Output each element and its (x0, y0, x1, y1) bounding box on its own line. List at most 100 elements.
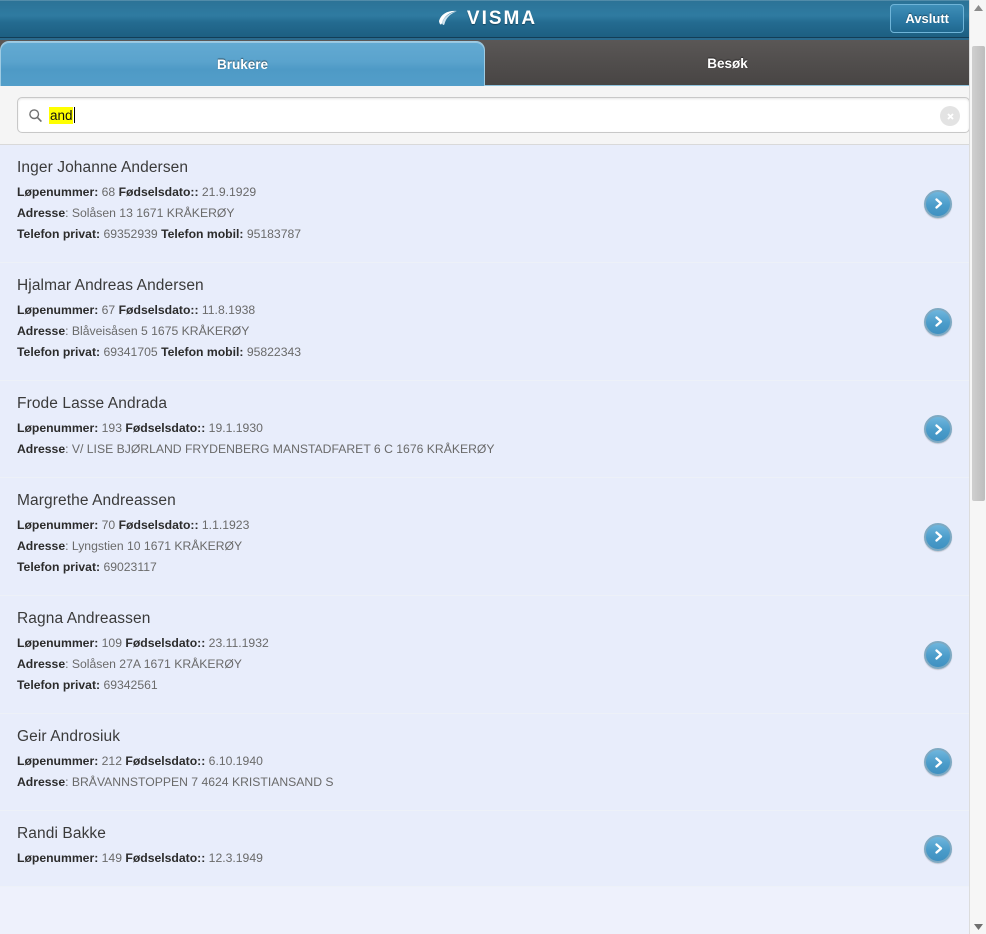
lopenummer-label: Løpenummer: (17, 518, 99, 532)
fodselsdato-label: Fødselsdato:: (118, 518, 199, 532)
fodselsdato-label: Fødselsdato:: (125, 421, 206, 435)
telefon-privat-label: Telefon privat: (17, 227, 101, 241)
table-row[interactable]: Randi Bakke Løpenummer: 149 Fødselsdato::… (0, 811, 969, 887)
fodselsdato-label: Fødselsdato:: (118, 185, 199, 199)
user-id-and-birthdate: Løpenummer: 70 Fødselsdato:: 1.1.1923 (17, 518, 909, 532)
user-id-and-birthdate: Løpenummer: 212 Fødselsdato:: 6.10.1940 (17, 754, 909, 768)
chevron-right-icon[interactable] (924, 307, 952, 336)
user-id-and-birthdate: Løpenummer: 149 Fødselsdato:: 12.3.1949 (17, 851, 909, 865)
text-cursor (73, 107, 75, 123)
user-name: Inger Johanne Andersen (17, 159, 189, 176)
user-name: Geir Androsiuk (17, 728, 121, 745)
chevron-right-icon[interactable] (924, 640, 952, 669)
tab-bar: Brukere Besøk (0, 38, 986, 86)
adresse-value: : Blåveisåsen 5 1675 KRÅKERØY (65, 324, 250, 338)
fodselsdato-value: 1.1.1923 (198, 518, 250, 532)
lopenummer-value: 212 (98, 754, 126, 768)
user-address: Adresse: V/ LISE BJØRLAND FRYDENBERG MAN… (17, 442, 909, 456)
telefon-privat-value: 69341705 (100, 345, 162, 359)
user-name: Frode Lasse Andrada (17, 395, 168, 412)
adresse-label: Adresse (17, 539, 66, 553)
adresse-value: : BRÅVANNSTOPPEN 7 4624 KRISTIANSAND S (65, 775, 334, 789)
lopenummer-value: 67 (98, 303, 119, 317)
fodselsdato-value: 23.11.1932 (205, 636, 269, 650)
brand-text: VISMA (466, 7, 538, 29)
visma-logo: VISMA (437, 8, 537, 30)
scroll-up-button[interactable] (970, 0, 986, 15)
tab-besok[interactable]: Besøk (486, 41, 969, 86)
table-row[interactable]: Ragna Andreassen Løpenummer: 109 Fødselsd… (0, 596, 969, 714)
user-address: Adresse: Lyngstien 10 1671 KRÅKERØY (17, 539, 909, 553)
search-icon (18, 108, 43, 123)
adresse-label: Adresse (17, 442, 66, 456)
chevron-right-icon[interactable] (924, 522, 952, 551)
fodselsdato-label: Fødselsdato:: (118, 303, 199, 317)
user-id-and-birthdate: Løpenummer: 109 Fødselsdato:: 23.11.1932 (17, 636, 909, 650)
lopenummer-label: Løpenummer: (17, 185, 99, 199)
user-phones: Telefon privat: 69023117 (17, 560, 909, 574)
telefon-privat-value: 69342561 (100, 678, 158, 692)
user-name: Margrethe Andreassen (17, 492, 176, 509)
user-address: Adresse: Blåveisåsen 5 1675 KRÅKERØY (17, 324, 909, 338)
fodselsdato-value: 6.10.1940 (205, 754, 263, 768)
vertical-scrollbar[interactable] (969, 0, 986, 934)
search-input[interactable]: and (17, 97, 970, 133)
adresse-value: : Lyngstien 10 1671 KRÅKERØY (65, 539, 243, 553)
telefon-mobil-value: 95822343 (243, 345, 302, 359)
fodselsdato-value: 12.3.1949 (205, 851, 263, 865)
lopenummer-label: Løpenummer: (17, 303, 99, 317)
user-address: Adresse: Solåsen 27A 1671 KRÅKERØY (17, 657, 909, 671)
table-row[interactable]: Hjalmar Andreas Andersen Løpenummer: 67 F… (0, 263, 969, 381)
user-id-and-birthdate: Løpenummer: 193 Fødselsdato:: 19.1.1930 (17, 421, 909, 435)
adresse-label: Adresse (17, 775, 66, 789)
tab-brukere[interactable]: Brukere (0, 41, 485, 86)
chevron-right-icon[interactable] (924, 834, 952, 863)
chevron-right-icon[interactable] (924, 748, 952, 776)
telefon-privat-value: 69352939 (100, 227, 162, 241)
fodselsdato-label: Fødselsdato:: (125, 754, 206, 768)
user-list[interactable]: Inger Johanne Andersen Løpenummer: 68 Fød… (0, 145, 969, 934)
fodselsdato-value: 19.1.1930 (205, 421, 263, 435)
user-name: Ragna Andreassen (17, 610, 151, 627)
telefon-privat-label: Telefon privat: (17, 345, 101, 359)
table-row[interactable]: Margrethe Andreassen Løpenummer: 70 Fødse… (0, 478, 969, 596)
search-area: and (0, 86, 986, 145)
scroll-down-button[interactable] (970, 919, 986, 934)
lopenummer-label: Løpenummer: (17, 636, 99, 650)
fodselsdato-label: Fødselsdato:: (125, 636, 206, 650)
telefon-privat-value: 69023117 (100, 560, 157, 574)
table-row[interactable]: Inger Johanne Andersen Løpenummer: 68 Fød… (0, 145, 969, 263)
visma-swoosh-logo-icon (437, 10, 461, 28)
chevron-right-icon[interactable] (924, 189, 952, 218)
adresse-value: : V/ LISE BJØRLAND FRYDENBERG MANSTADFAR… (65, 442, 495, 456)
table-row[interactable]: Frode Lasse Andrada Løpenummer: 193 Fødse… (0, 381, 969, 478)
lopenummer-value: 70 (98, 518, 119, 532)
app-window: VISMA Avslutt Brukere Besøk and Inger Jo… (0, 0, 986, 934)
lopenummer-label: Løpenummer: (17, 851, 99, 865)
chevron-right-icon[interactable] (924, 415, 952, 443)
lopenummer-value: 68 (98, 185, 119, 199)
table-row[interactable]: Geir Androsiuk Løpenummer: 212 Fødselsdat… (0, 714, 969, 811)
telefon-mobil-label: Telefon mobil: (161, 345, 244, 359)
adresse-value: : Solåsen 13 1671 KRÅKERØY (65, 206, 235, 220)
adresse-label: Adresse (17, 657, 66, 671)
scroll-thumb[interactable] (972, 46, 985, 501)
lopenummer-value: 193 (98, 421, 126, 435)
fodselsdato-value: 21.9.1929 (198, 185, 257, 199)
fodselsdato-label: Fødselsdato:: (125, 851, 206, 865)
clear-search-button[interactable] (940, 106, 960, 126)
user-address: Adresse: Solåsen 13 1671 KRÅKERØY (17, 206, 909, 220)
telefon-privat-label: Telefon privat: (17, 678, 101, 692)
exit-button[interactable]: Avslutt (890, 4, 964, 33)
user-address: Adresse: BRÅVANNSTOPPEN 7 4624 KRISTIANS… (17, 775, 909, 789)
lopenummer-label: Løpenummer: (17, 421, 99, 435)
user-phones: Telefon privat: 69342561 (17, 678, 909, 692)
lopenummer-label: Løpenummer: (17, 754, 99, 768)
user-id-and-birthdate: Løpenummer: 68 Fødselsdato:: 21.9.1929 (17, 185, 909, 199)
lopenummer-value: 149 (98, 851, 126, 865)
telefon-mobil-label: Telefon mobil: (161, 227, 244, 241)
search-query-text: and (49, 106, 73, 124)
adresse-label: Adresse (17, 206, 66, 220)
user-phones: Telefon privat: 69341705 Telefon mobil: … (17, 345, 909, 359)
user-phones: Telefon privat: 69352939 Telefon mobil: … (17, 227, 909, 241)
